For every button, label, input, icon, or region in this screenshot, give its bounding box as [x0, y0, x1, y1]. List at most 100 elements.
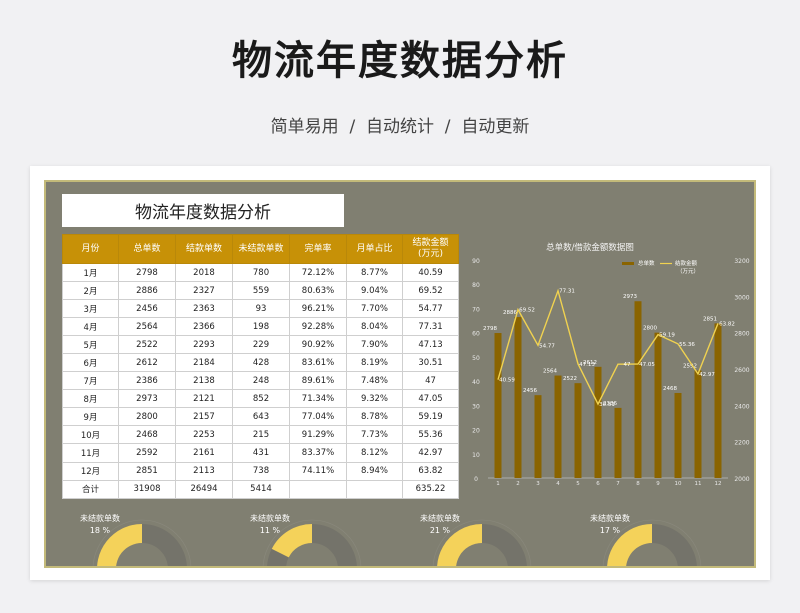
table-cell: 92.28%: [289, 317, 347, 337]
table-cell: 40.59: [402, 262, 459, 283]
table-cell: 6月: [62, 353, 119, 373]
table-cell: 248: [232, 371, 290, 391]
column-header: 总单数: [118, 234, 176, 264]
y-right-tick: 2800: [734, 331, 749, 338]
column-header: 完单率: [289, 234, 347, 264]
chart-legend: 总单数 结款金额（万元）: [622, 259, 699, 275]
legend-bar-label: 总单数: [638, 259, 655, 267]
quarter-name: 第一季度: [126, 567, 158, 568]
y-right-tick: 2000: [734, 476, 749, 483]
sheet-title: 物流年度数据分析: [62, 194, 344, 227]
bar: [534, 395, 542, 478]
quarter-name: 第二季度: [296, 567, 328, 568]
table-cell: 635.22: [402, 479, 459, 499]
table-cell: 8.94%: [346, 461, 403, 481]
legend-bar-swatch: [622, 262, 634, 265]
x-tick: 5: [576, 481, 580, 487]
table-cell: 55.36: [402, 425, 459, 445]
table-cell: 59.19: [402, 407, 459, 427]
table-cell: 2468: [118, 425, 176, 445]
donut-label: 未结款单数: [420, 513, 460, 523]
x-tick: 3: [536, 481, 540, 487]
table-cell: 2327: [175, 281, 233, 301]
line-value-label: 54.77: [539, 343, 555, 349]
bar: [654, 332, 662, 478]
table-cell: 54.77: [402, 299, 459, 319]
column-header: 结款单数: [175, 234, 233, 264]
table-cell: 9.04%: [346, 281, 403, 301]
table-cell: 2800: [118, 407, 176, 427]
table-cell: 8.78%: [346, 407, 403, 427]
page-title: 物流年度数据分析: [232, 38, 568, 84]
bar-value-label: 2522: [563, 376, 577, 382]
bar-value-label: 2564: [543, 369, 557, 375]
table-cell: 198: [232, 317, 290, 337]
table-row: 6月 2612 2184 428 83.61% 8.19% 30.51: [62, 353, 459, 373]
table-cell: 71.34%: [289, 389, 347, 409]
table-cell: 26494: [175, 479, 233, 499]
bar: [574, 383, 582, 478]
x-tick: 8: [636, 481, 640, 487]
table-cell: 643: [232, 407, 290, 427]
table-cell: 2612: [118, 353, 176, 373]
table-cell: 2184: [175, 353, 233, 373]
bar: [614, 407, 622, 478]
table-row: 4月 2564 2366 198 92.28% 8.04% 77.31: [62, 317, 459, 337]
column-header: 未结款单数: [232, 234, 290, 264]
table-cell: 74.11%: [289, 461, 347, 481]
table-cell: 2161: [175, 443, 233, 463]
table-cell: 90.92%: [289, 335, 347, 355]
table-cell: 7.70%: [346, 299, 403, 319]
bar: [554, 375, 562, 478]
table-cell: 7.73%: [346, 425, 403, 445]
y-left-tick: 10: [472, 452, 480, 459]
table-cell: 31908: [118, 479, 176, 499]
table-cell: 2592: [118, 443, 176, 463]
table-cell: 11月: [62, 443, 119, 463]
legend-line-label: 结款金额: [675, 259, 698, 267]
table-cell: 5414: [232, 479, 290, 499]
table-cell: 738: [232, 461, 290, 481]
table-cell: 4月: [62, 317, 119, 337]
table-cell: 8.77%: [346, 262, 403, 283]
column-header: 结款金额 (万元): [402, 234, 459, 264]
bar: [514, 317, 522, 478]
y-left-tick: 90: [472, 258, 480, 265]
x-tick: 6: [596, 481, 600, 487]
bar-value-label: 2851: [703, 316, 717, 322]
table-cell: 8.19%: [346, 353, 403, 373]
bar-value-label: 2468: [663, 386, 677, 392]
table-cell: 2522: [118, 335, 176, 355]
table-cell: 2363: [175, 299, 233, 319]
table-cell: 2113: [175, 461, 233, 481]
legend-line-unit: （万元）: [677, 268, 699, 275]
table-cell: 2121: [175, 389, 233, 409]
table-cell: 5月: [62, 335, 119, 355]
bar: [674, 392, 682, 478]
line-value-label: 30.51: [599, 402, 615, 408]
table-cell: 91.29%: [289, 425, 347, 445]
table-cell: 83.37%: [289, 443, 347, 463]
table-cell: 2798: [118, 262, 176, 283]
donut-q4: 未结款单数 17 % 第四季度: [572, 507, 712, 566]
table-row: 8月 2973 2121 852 71.34% 9.32% 47.05: [62, 389, 459, 409]
table-cell: 合计: [62, 479, 119, 499]
chart-title: 总单数/借款金额数据图: [546, 242, 634, 253]
table-cell: 63.82: [402, 461, 459, 481]
table-cell: 428: [232, 353, 290, 373]
table-cell: 72.12%: [289, 262, 347, 283]
table-cell: 47.13: [402, 335, 459, 355]
table-cell: 8.04%: [346, 317, 403, 337]
table-row: 11月 2592 2161 431 83.37% 8.12% 42.97: [62, 443, 459, 463]
table-cell: 30.51: [402, 353, 459, 373]
table-cell: 559: [232, 281, 290, 301]
table-cell: 96.21%: [289, 299, 347, 319]
table-cell: 69.52: [402, 281, 459, 301]
table-cell: 2138: [175, 371, 233, 391]
bar: [634, 301, 642, 478]
bar-value-label: 2456: [523, 388, 537, 394]
table-row: 12月 2851 2113 738 74.11% 8.94% 63.82: [62, 461, 459, 481]
table-cell: 2564: [118, 317, 176, 337]
donut-q3: 未结款单数 21 % 第三季度: [402, 507, 542, 566]
spreadsheet-preview: 物流年度数据分析 月份 总单数 结款单数 未结款单数 完单率 月单占比 结款金额 (万元) …: [44, 180, 756, 568]
